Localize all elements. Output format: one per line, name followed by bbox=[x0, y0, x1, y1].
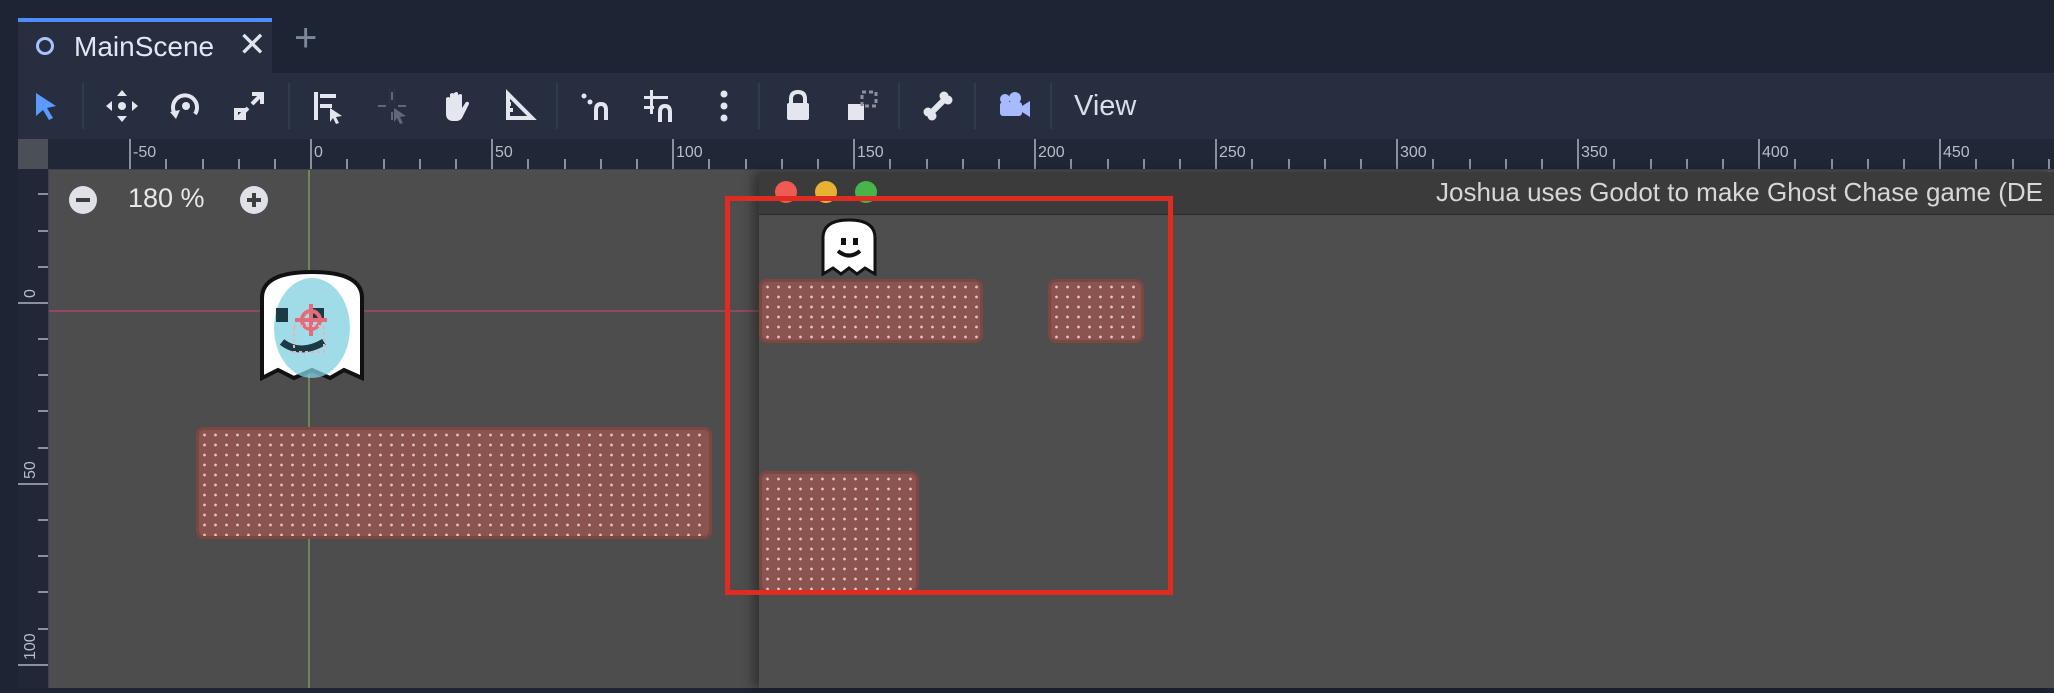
toolbar-separator bbox=[288, 83, 290, 129]
tab-mainscene[interactable]: MainScene ✕ bbox=[18, 18, 272, 73]
ruler-icon[interactable] bbox=[500, 86, 540, 126]
toolbar-separator bbox=[758, 83, 760, 129]
ruler-label: 350 bbox=[1581, 144, 1608, 161]
toolbar-separator bbox=[1050, 83, 1052, 129]
horizontal-ruler: -50 0 50 100 150 200 250 300 350 400 450 bbox=[18, 139, 2054, 170]
scene-circle-icon bbox=[36, 37, 54, 55]
ruler-label: 200 bbox=[1038, 144, 1065, 161]
ruler-label: 50 bbox=[495, 144, 513, 161]
list-select-icon[interactable] bbox=[308, 86, 348, 126]
close-icon[interactable]: ✕ bbox=[238, 28, 267, 62]
lock-icon[interactable] bbox=[778, 86, 818, 126]
ruler-label: 50 bbox=[22, 461, 39, 479]
vertical-ruler: 0 50 100 bbox=[18, 169, 49, 688]
view-menu[interactable]: View bbox=[1074, 90, 1136, 123]
move-icon[interactable] bbox=[102, 86, 142, 126]
smart-snap-icon[interactable] bbox=[576, 86, 616, 126]
zoom-out-button[interactable] bbox=[69, 186, 97, 214]
window-title: Joshua uses Godot to make Ghost Chase ga… bbox=[1436, 177, 2043, 207]
bone-icon[interactable] bbox=[918, 86, 958, 126]
ruler-label: -50 bbox=[133, 144, 156, 161]
ruler-label: 100 bbox=[676, 144, 703, 161]
ruler-label: 100 bbox=[22, 633, 39, 660]
highlight-box bbox=[725, 196, 1173, 595]
scale-icon[interactable] bbox=[230, 86, 270, 126]
toolbar-separator bbox=[82, 83, 84, 129]
pan-hand-icon[interactable] bbox=[436, 86, 476, 126]
add-tab-icon[interactable]: + bbox=[294, 18, 317, 58]
toolbar-separator bbox=[974, 83, 976, 129]
ruler-label: 150 bbox=[857, 144, 884, 161]
ruler-corner bbox=[18, 139, 48, 169]
ruler-label: 0 bbox=[22, 289, 39, 298]
rotate-icon[interactable] bbox=[166, 86, 206, 126]
group-icon[interactable] bbox=[842, 86, 882, 126]
ruler-label: 0 bbox=[314, 144, 323, 161]
camera-icon[interactable] bbox=[994, 86, 1034, 126]
ghost-sprite-selected[interactable] bbox=[256, 268, 368, 382]
ruler-label: 450 bbox=[1943, 144, 1970, 161]
grid-snap-icon[interactable] bbox=[640, 86, 680, 126]
ruler-label: 300 bbox=[1400, 144, 1427, 161]
scene-tab-bar: MainScene ✕ + bbox=[0, 0, 2054, 73]
ruler-label: 250 bbox=[1219, 144, 1246, 161]
ruler-label: 400 bbox=[1762, 144, 1789, 161]
zoom-level[interactable]: 180 % bbox=[128, 183, 205, 214]
tab-title: MainScene bbox=[74, 31, 215, 62]
toolbar-separator bbox=[556, 83, 558, 129]
canvas-toolbar: View bbox=[18, 73, 2054, 139]
toolbar-separator bbox=[898, 83, 900, 129]
select-arrow-icon[interactable] bbox=[26, 86, 66, 126]
pivot-icon[interactable] bbox=[372, 86, 412, 126]
platform-block[interactable] bbox=[196, 427, 712, 539]
zoom-in-button[interactable] bbox=[240, 186, 268, 214]
more-vertical-icon[interactable] bbox=[704, 86, 744, 126]
